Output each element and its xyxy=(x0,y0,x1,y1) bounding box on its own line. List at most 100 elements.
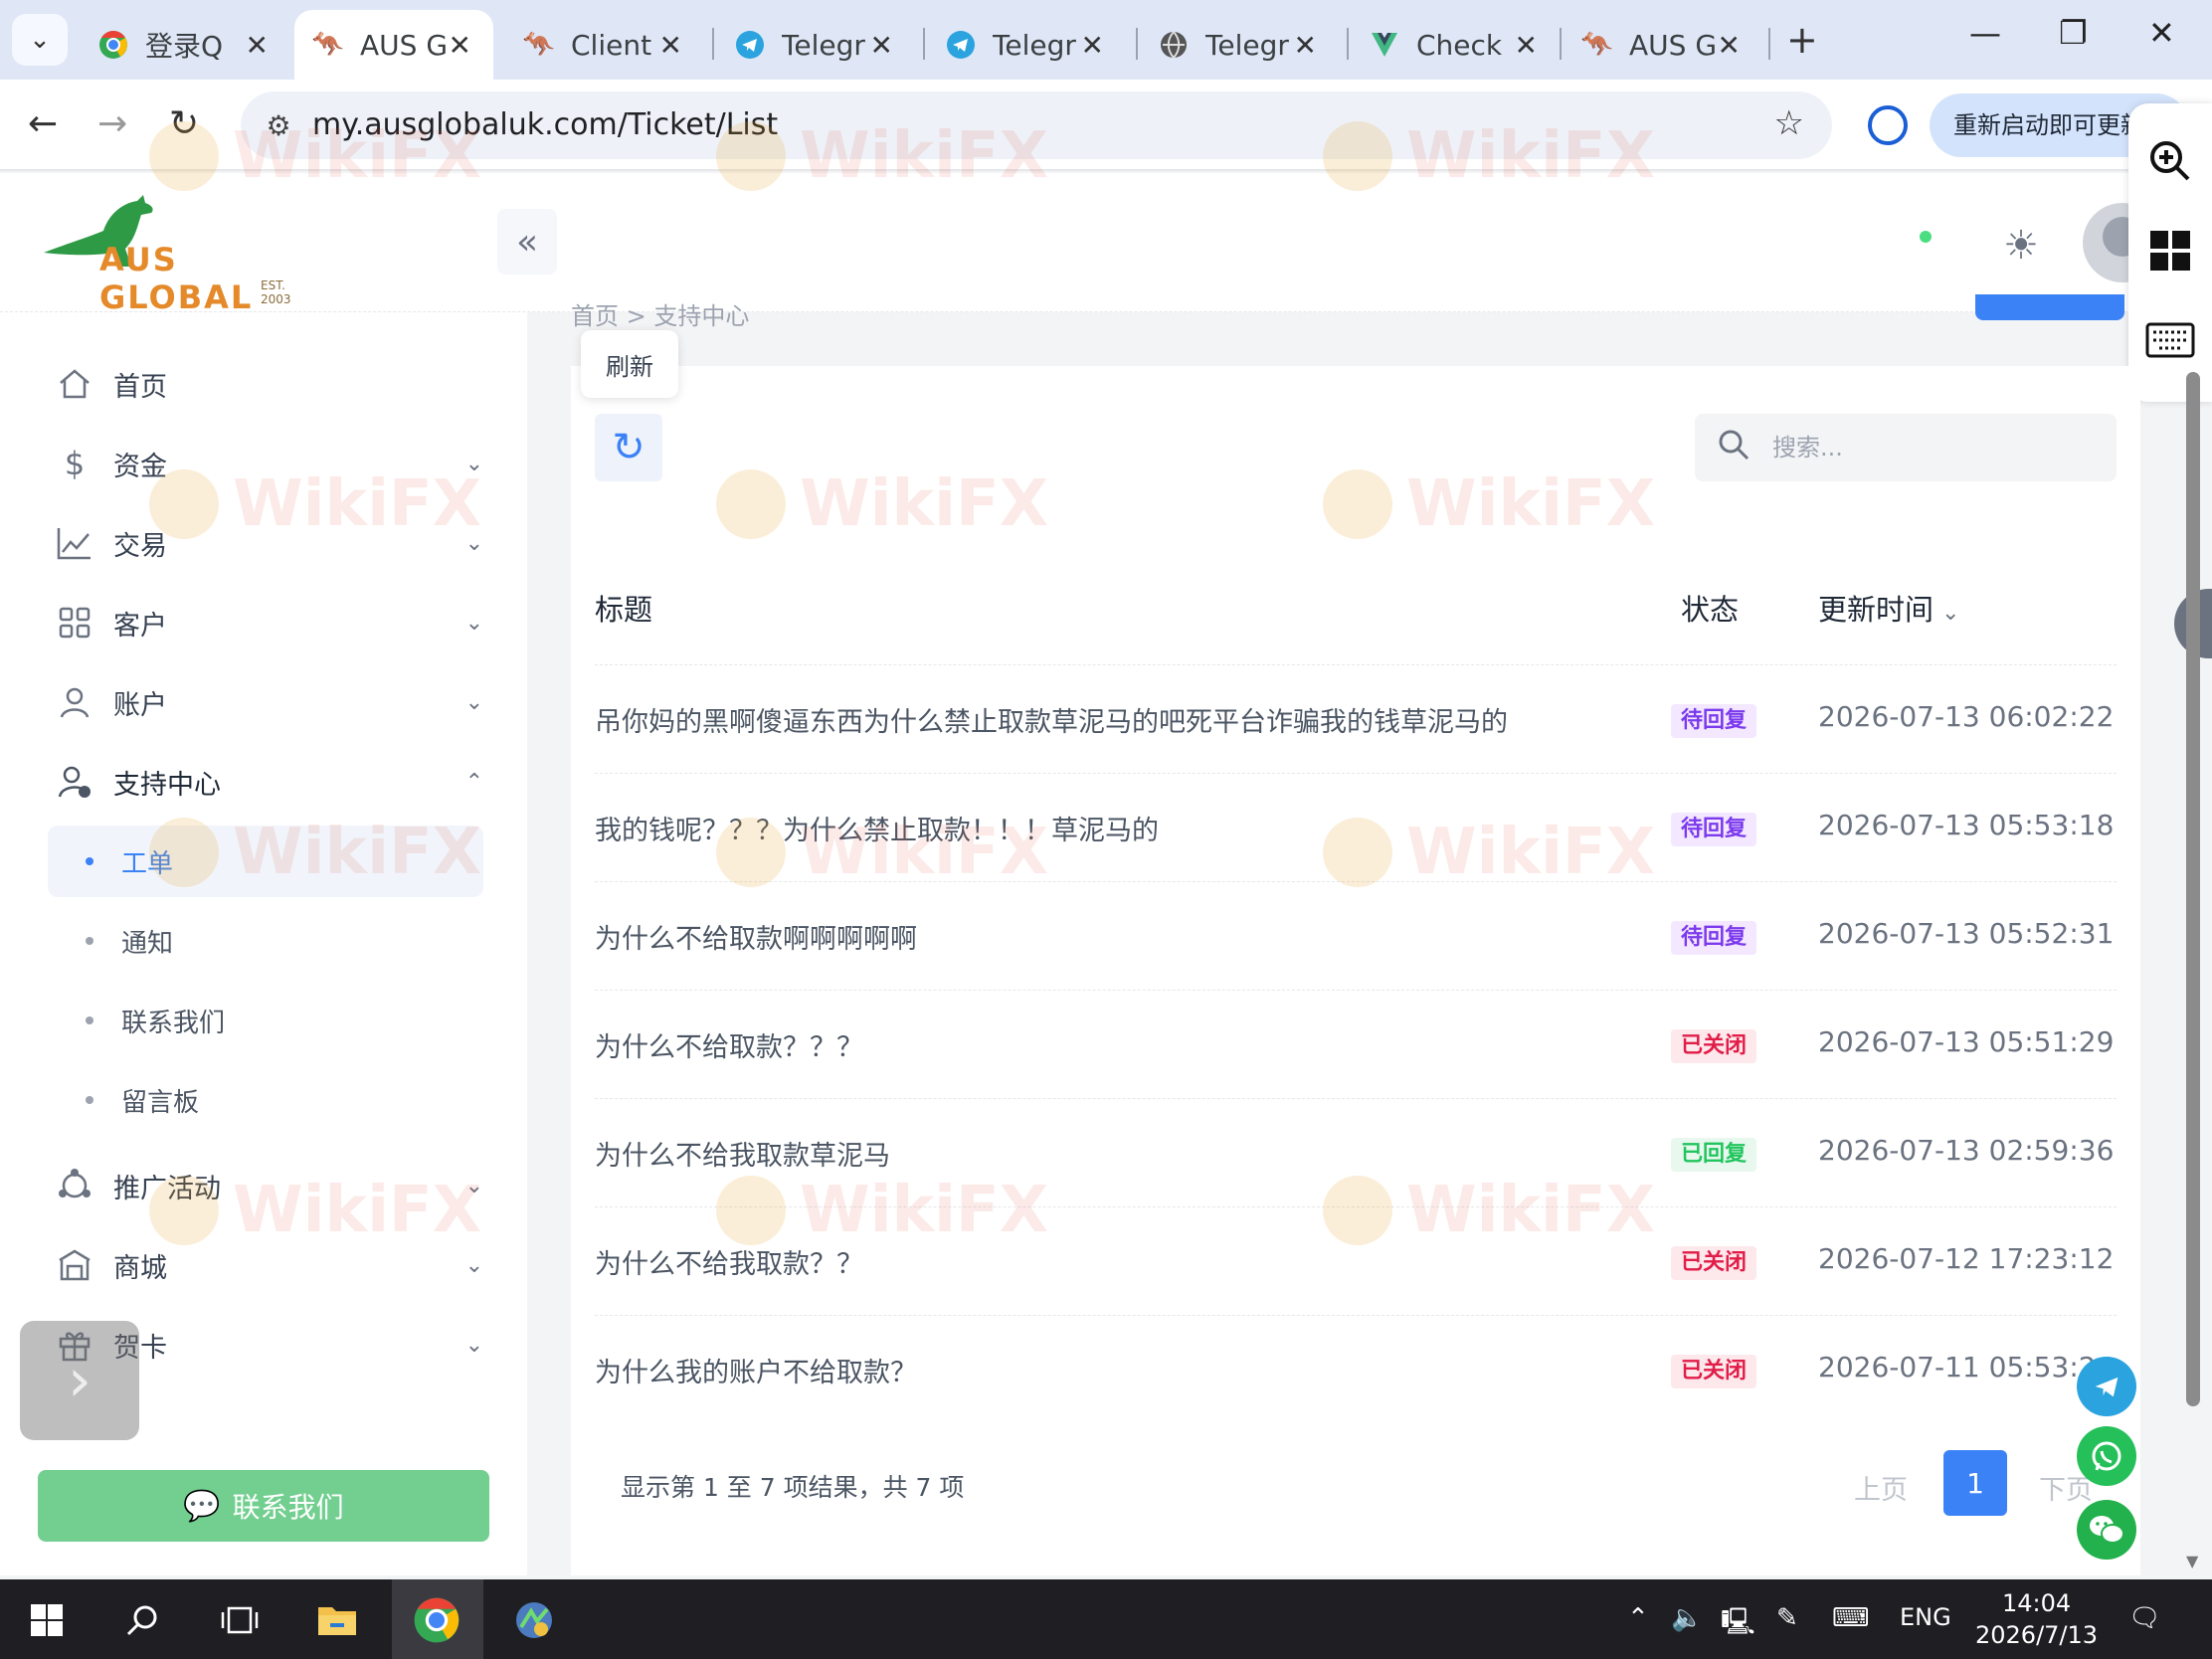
search-box[interactable] xyxy=(1695,414,2117,481)
chevron-up-icon: ⌃ xyxy=(464,769,483,795)
site-settings-icon[interactable]: ⚙ xyxy=(257,103,300,147)
telegram-icon[interactable] xyxy=(2077,1357,2136,1416)
contact-us-button[interactable]: 💬 联系我们 xyxy=(38,1470,489,1542)
close-tab-icon[interactable]: ✕ xyxy=(1294,29,1317,62)
tab-search-dropdown[interactable]: ⌄ xyxy=(12,14,68,66)
sidebar-subitem-tickets[interactable]: 工单 xyxy=(48,826,483,897)
bullet-dot xyxy=(86,1016,93,1024)
breadcrumb: 首页 > 支持中心 xyxy=(571,302,750,330)
url-text[interactable]: my.ausglobaluk.com/Ticket/List xyxy=(312,107,778,142)
chevron-right-icon: › xyxy=(68,1346,92,1415)
sun-icon[interactable]: ☀ xyxy=(2003,223,2039,269)
browser-tab-7[interactable]: Check ✕ xyxy=(1351,10,1560,80)
pagination-prev[interactable]: 上页 xyxy=(1854,1468,1908,1507)
profile-icon[interactable] xyxy=(1868,105,1908,145)
table-row[interactable]: 为什么不给我取款草泥马 已回复 2026-07-13 02:59:36 xyxy=(595,1098,2117,1206)
ticket-title[interactable]: 为什么不给我取款草泥马 xyxy=(595,1134,890,1173)
notification-icon[interactable]: 🗨 xyxy=(2128,1603,2161,1633)
sidebar-subitem-notices[interactable]: 通知 xyxy=(48,905,483,977)
network-icon[interactable]: 🖳 xyxy=(1721,1603,1755,1647)
browser-tab-8[interactable]: 🦘 AUS G ✕ xyxy=(1564,10,1762,80)
task-view-icon[interactable] xyxy=(213,1593,267,1647)
close-tab-icon[interactable]: ✕ xyxy=(1718,29,1741,62)
sidebar-subitem-message-board[interactable]: 留言板 xyxy=(48,1064,483,1136)
back-button[interactable]: ← xyxy=(28,103,58,144)
table-row[interactable]: 我的钱呢？？？为什么禁止取款！！！草泥马的 待回复 2026-07-13 05:53… xyxy=(595,773,2117,881)
table-row[interactable]: 为什么不给取款？？？ 已关闭 2026-07-13 05:51:29 xyxy=(595,990,2117,1098)
sidebar-item-home[interactable]: 首页 xyxy=(56,354,483,414)
scrollbar-thumb[interactable] xyxy=(2186,372,2200,1406)
sidebar-item-support[interactable]: 支持中心 ⌃ xyxy=(56,752,483,812)
browser-tab-2[interactable]: 🦘 AUS G ✕ xyxy=(294,10,493,80)
search-input[interactable] xyxy=(1772,424,2101,471)
whatsapp-icon[interactable] xyxy=(2077,1426,2136,1486)
tray-overflow-icon[interactable]: ⌃ xyxy=(1627,1603,1649,1633)
windows-start-icon[interactable] xyxy=(20,1593,74,1647)
sidebar-item-accounts[interactable]: 账户 ⌄ xyxy=(56,672,483,732)
minimize-button[interactable]: — xyxy=(1969,14,2001,52)
sidebar-item-store[interactable]: 商城 ⌄ xyxy=(56,1235,483,1295)
ticket-title[interactable]: 为什么不给我取款？？ xyxy=(595,1242,863,1281)
refresh-icon: ↻ xyxy=(612,425,645,470)
table-row[interactable]: 为什么不给我取款？？ 已关闭 2026-07-12 17:23:12 xyxy=(595,1206,2117,1315)
table-row[interactable]: 为什么不给取款啊啊啊啊啊 待回复 2026-07-13 05:52:31 xyxy=(595,881,2117,990)
file-explorer-icon[interactable] xyxy=(310,1593,364,1647)
touch-keyboard-icon[interactable]: ⌨ xyxy=(1832,1603,1870,1633)
sidebar-item-trading[interactable]: 交易 ⌄ xyxy=(56,513,483,573)
close-tab-icon[interactable]: ✕ xyxy=(870,29,893,62)
volume-icon[interactable]: 🔈 xyxy=(1671,1603,1703,1633)
column-header-updated[interactable]: 更新时间 ⌄ xyxy=(1818,587,1959,629)
browser-tab-strip: ⌄ 登录Q ✕ 🦘 AUS G ✕ 🦘 Client ✕ Telegr ✕ Te… xyxy=(0,0,2212,80)
close-tab-icon[interactable]: ✕ xyxy=(659,29,682,62)
ticket-title[interactable]: 吊你妈的黑啊傻逼东西为什么禁止取款草泥马的吧死平台诈骗我的钱草泥马的 xyxy=(595,700,1508,739)
user-icon xyxy=(56,683,93,721)
address-bar[interactable]: ⚙ my.ausglobaluk.com/Ticket/List ☆ xyxy=(241,92,1832,159)
brand-logo[interactable]: AUS GLOBAL EST. 2003 xyxy=(40,193,318,316)
zoom-in-icon[interactable] xyxy=(2142,133,2198,189)
sidebar-subitem-contact[interactable]: 联系我们 xyxy=(48,985,483,1056)
forward-button[interactable]: → xyxy=(97,103,127,144)
browser-tab-6[interactable]: Telegr ✕ xyxy=(1140,10,1339,80)
kangaroo-icon: 🦘 xyxy=(311,30,345,60)
close-tab-icon[interactable]: ✕ xyxy=(1515,29,1538,62)
wechat-icon[interactable] xyxy=(2077,1500,2136,1560)
bookmark-star-icon[interactable]: ☆ xyxy=(1774,103,1804,143)
reload-button[interactable]: ↻ xyxy=(169,103,199,144)
ticket-title[interactable]: 为什么不给取款啊啊啊啊啊 xyxy=(595,917,917,956)
browser-tab-1[interactable]: 登录Q ✕ xyxy=(80,10,290,80)
keyboard-icon[interactable] xyxy=(2142,312,2198,368)
sidebar-item-clients[interactable]: 客户 ⌄ xyxy=(56,593,483,652)
input-language[interactable]: ENG xyxy=(1900,1603,1951,1631)
search-icon[interactable] xyxy=(115,1593,169,1647)
table-row[interactable]: 为什么我的账户不给取款？ 已关闭 2026-07-11 05:53:24 xyxy=(595,1315,2117,1423)
ticket-title[interactable]: 为什么不给取款？？？ xyxy=(595,1025,863,1064)
close-tab-icon[interactable]: ✕ xyxy=(449,29,471,62)
scroll-down-arrow[interactable]: ▼ xyxy=(2186,1552,2198,1570)
chrome-icon[interactable] xyxy=(410,1593,463,1647)
table-row[interactable]: 吊你妈的黑啊傻逼东西为什么禁止取款草泥马的吧死平台诈骗我的钱草泥马的 待回复 202… xyxy=(595,664,2117,773)
ticket-title[interactable]: 为什么我的账户不给取款？ xyxy=(595,1351,917,1389)
refresh-button[interactable]: ↻ xyxy=(595,414,662,481)
browser-tab-4[interactable]: Telegr ✕ xyxy=(716,10,915,80)
pen-icon[interactable]: ✎ xyxy=(1776,1603,1798,1633)
browser-tab-5[interactable]: Telegr ✕ xyxy=(927,10,1126,80)
close-window-button[interactable]: ✕ xyxy=(2148,14,2175,52)
metatrader-icon[interactable] xyxy=(507,1593,561,1647)
pagination-page-1[interactable]: 1 xyxy=(1943,1450,2007,1516)
taskbar-clock[interactable]: 14:04 2026/7/13 xyxy=(1975,1587,2098,1651)
close-tab-icon[interactable]: ✕ xyxy=(246,29,269,62)
header-action-button[interactable] xyxy=(1975,294,2124,320)
close-tab-icon[interactable]: ✕ xyxy=(1081,29,1104,62)
browser-tab-3[interactable]: 🦘 Client ✕ xyxy=(505,10,704,80)
restore-button[interactable]: ❐ xyxy=(2059,14,2088,52)
collapse-sidebar-button[interactable]: « xyxy=(497,209,557,275)
sidebar-item-funds[interactable]: $ 资金 ⌄ xyxy=(56,434,483,493)
ticket-title[interactable]: 我的钱呢？？？为什么禁止取款！！！草泥马的 xyxy=(595,809,1159,847)
windows-grid-icon[interactable] xyxy=(2142,223,2198,278)
chevron-down-icon: ⌄ xyxy=(464,451,483,476)
ticket-updated-time: 2026-07-13 02:59:36 xyxy=(1818,1134,2115,1167)
floating-expand-handle[interactable]: › xyxy=(20,1321,139,1440)
sidebar-item-promotions[interactable]: 推广活动 ⌄ xyxy=(56,1156,483,1215)
sort-chevron-down-icon[interactable]: ⌄ xyxy=(1941,601,1959,626)
new-tab-button[interactable]: + xyxy=(1786,18,1818,62)
